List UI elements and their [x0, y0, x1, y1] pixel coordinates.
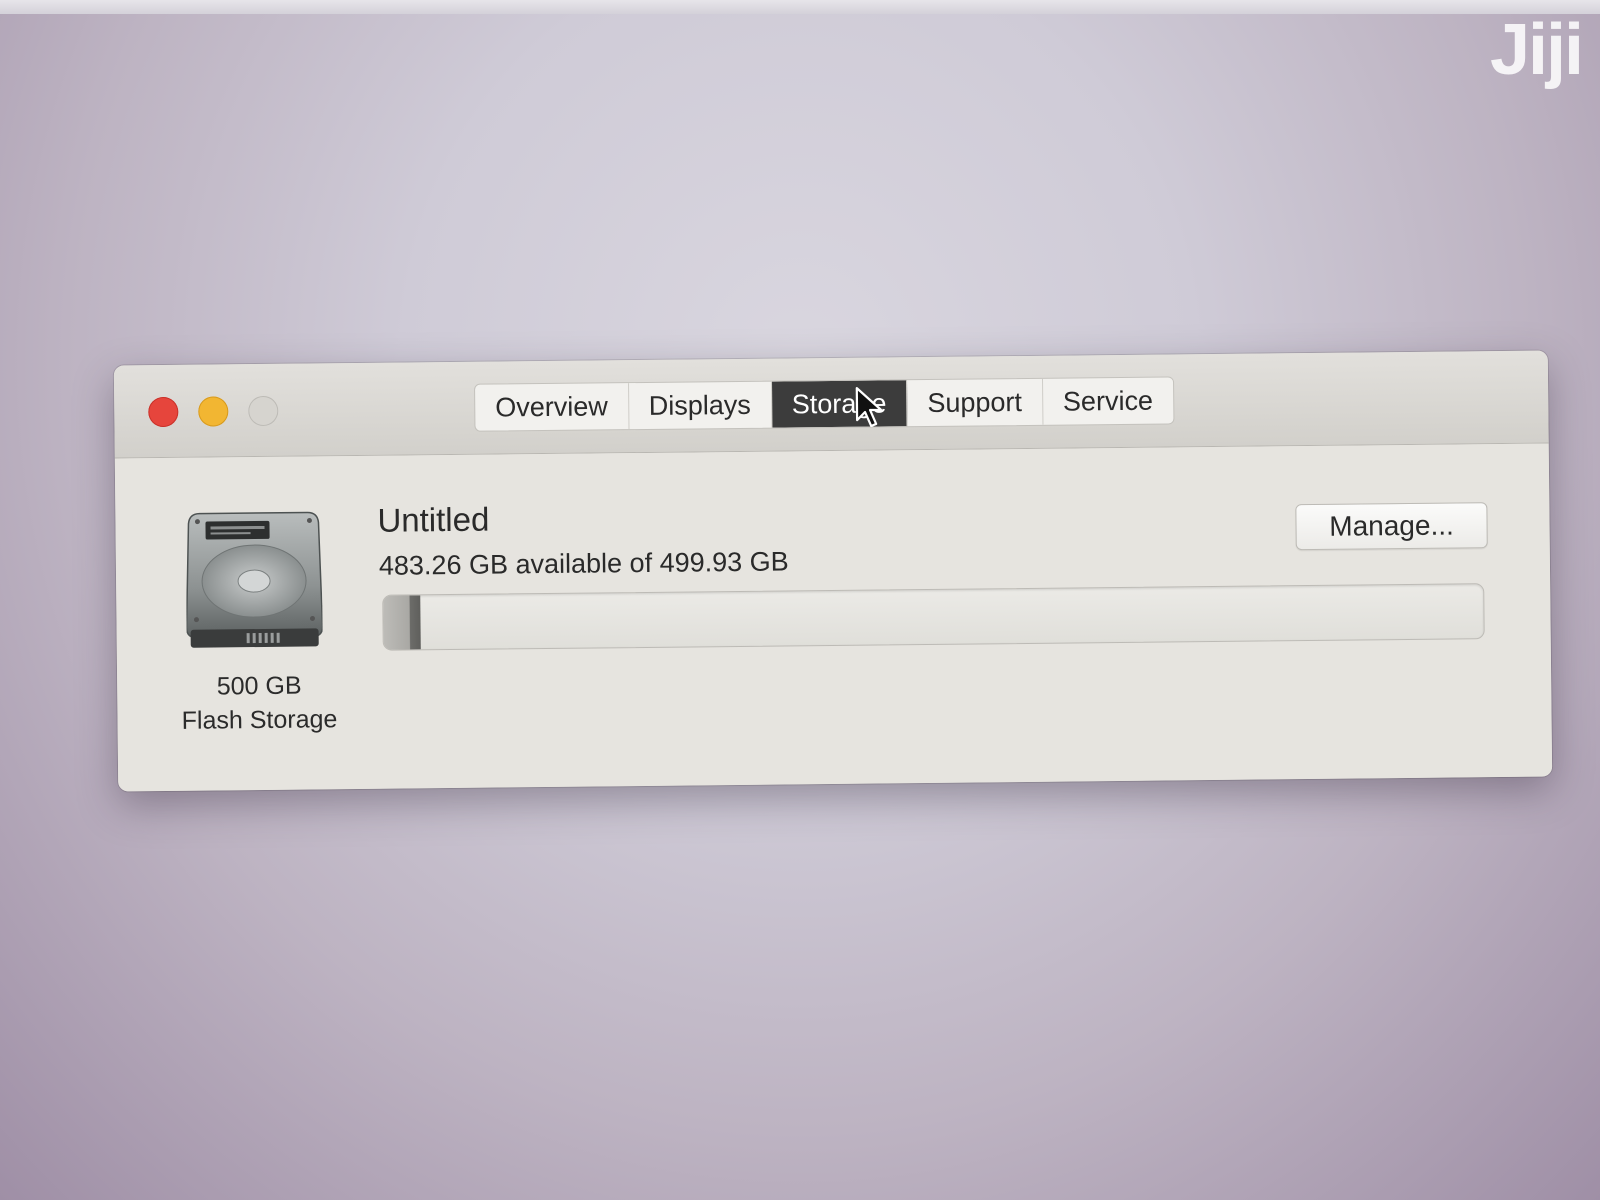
tab-overview[interactable]: Overview [475, 383, 630, 431]
tab-service[interactable]: Service [1043, 377, 1174, 424]
watermark-logo: Jiji [1489, 10, 1584, 90]
disk-caption: 500 GB Flash Storage [169, 668, 350, 738]
manage-button[interactable]: Manage... [1295, 502, 1488, 551]
zoom-window-button[interactable] [248, 395, 279, 427]
disk-size: 500 GB [216, 671, 302, 701]
tab-storage[interactable]: Storage [771, 380, 908, 428]
close-window-button[interactable] [148, 396, 179, 428]
storage-used-segment [383, 595, 421, 650]
storage-usage-bar [382, 583, 1485, 651]
hard-drive-icon [185, 511, 323, 648]
desktop-background: Jiji Overview Displays Storage Support S… [0, 0, 1600, 1200]
tab-displays[interactable]: Displays [628, 381, 773, 430]
storage-pane: 500 GB Flash Storage Untitled 483.26 GB … [114, 443, 1553, 792]
disk-type: Flash Storage [181, 705, 338, 735]
window-titlebar: Overview Displays Storage Support Servic… [113, 350, 1549, 459]
arrow-cursor-icon [855, 387, 883, 428]
about-this-mac-window: Overview Displays Storage Support Servic… [113, 350, 1553, 792]
minimize-window-button[interactable] [198, 396, 229, 427]
tab-bar: Overview Displays Storage Support Servic… [474, 376, 1175, 432]
volume-name: Untitled [377, 500, 490, 539]
display-bezel-edge [0, 0, 1600, 14]
volume-usage-text: 483.26 GB available of 499.93 GB [378, 546, 789, 581]
tab-support[interactable]: Support [907, 378, 1044, 427]
